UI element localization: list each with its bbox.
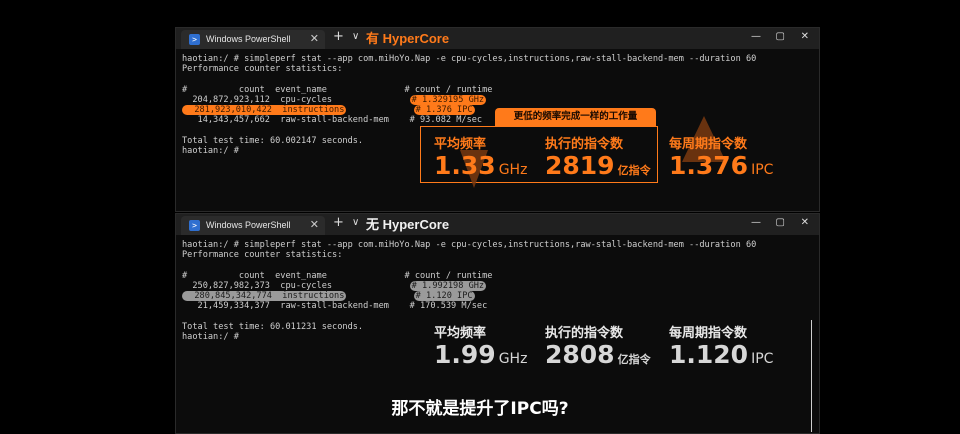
tab-windows-powershell[interactable]: > Windows PowerShell ✕ — [181, 30, 325, 49]
tab-windows-powershell[interactable]: > Windows PowerShell ✕ — [181, 216, 325, 235]
stat-unit: IPC — [751, 351, 774, 367]
window-close-icon[interactable]: ✕ — [801, 217, 809, 228]
chevron-down-icon[interactable]: ∨ — [352, 217, 359, 228]
close-icon[interactable]: ✕ — [310, 218, 319, 231]
stat-value: 1.33 — [434, 151, 496, 180]
terminal-text: haotian:/ # simpleperf stat --app com.mi… — [182, 54, 757, 64]
chevron-down-icon[interactable]: ∨ — [352, 31, 359, 42]
stat-avg-frequency: 平均频率 1.99 GHz — [434, 322, 527, 373]
highlighted-value: 281,923,010,422 instructions — [182, 104, 347, 115]
terminal-text: 250,827,982,373 cpu-cycles — [182, 280, 410, 291]
stat-value: 1.99 — [434, 340, 496, 369]
highlighted-value: # 1.120 IPC — [413, 290, 475, 301]
terminal-text: # count event_name # count / runtime — [182, 270, 493, 281]
terminal-text: haotian:/ # — [182, 331, 239, 342]
tab-title: Windows PowerShell — [206, 220, 291, 230]
terminal-line: # count event_name # count / runtime — [182, 271, 756, 281]
terminal-line: haotian:/ # simpleperf stat --app com.mi… — [182, 54, 756, 64]
terminal-text: Performance counter statistics: — [182, 250, 343, 261]
window-close-icon[interactable]: ✕ — [801, 31, 809, 42]
stat-value: 1.376 — [669, 151, 749, 180]
new-tab-plus-icon[interactable]: + — [333, 215, 344, 230]
terminal-line: 281,923,010,422 instructions # 1.376 IPC — [182, 104, 756, 115]
window-label: 无 HyperCore — [366, 217, 450, 232]
close-icon[interactable]: ✕ — [310, 32, 319, 45]
stat-value: 1.120 — [669, 340, 749, 369]
terminal-line: 204,872,923,112 cpu-cycles # 1.329195 GH… — [182, 94, 756, 105]
stat-label: 执行的指令数 — [545, 137, 624, 152]
stat-unit: IPC — [751, 162, 774, 178]
terminal-line: haotian:/ # simpleperf stat --app com.mi… — [182, 240, 756, 250]
terminal-line: Performance counter statistics: — [182, 64, 756, 74]
terminal-text: Total test time: 60.002147 seconds. — [182, 135, 364, 146]
minimize-icon[interactable]: — — [751, 31, 761, 42]
terminal-line: # count event_name # count / runtime — [182, 85, 756, 95]
terminal-line: 250,827,982,373 cpu-cycles # 1.992198 GH… — [182, 280, 756, 291]
highlighted-value: 280,845,342,774 instructions — [182, 290, 347, 301]
stat-unit: 亿指令 — [617, 353, 651, 366]
powershell-icon: > — [189, 34, 200, 45]
stat-unit: 亿指令 — [617, 164, 651, 177]
tab-title: Windows PowerShell — [206, 34, 291, 44]
terminal-text: 21,459,334,377 raw-stall-backend-mem # 1… — [182, 301, 488, 312]
highlighted-value: # 1.376 IPC — [413, 104, 475, 115]
video-subtitle: 那不就是提升了IPC吗? — [391, 399, 569, 419]
powershell-icon: > — [189, 220, 200, 231]
stat-label: 平均频率 — [434, 326, 487, 341]
terminal-line: Performance counter statistics: — [182, 250, 756, 260]
terminal-text: # count event_name # count / runtime — [182, 84, 493, 95]
terminal-text: haotian:/ # simpleperf stat --app com.mi… — [182, 240, 757, 250]
terminal-text: 14,343,457,662 raw-stall-backend-mem # 9… — [182, 115, 483, 126]
terminal-line: 280,845,342,774 instructions # 1.120 IPC — [182, 290, 756, 301]
stat-unit: GHz — [498, 351, 528, 367]
stat-value: 2808 — [545, 340, 615, 369]
stat-unit: GHz — [498, 162, 528, 178]
highlighted-value: # 1.329195 GHz — [409, 94, 487, 105]
stat-ipc: 每周期指令数 1.120 IPC — [669, 322, 773, 373]
tab-bar: > Windows PowerShell ✕ + ∨ 有 HyperCore —… — [176, 28, 819, 49]
maximize-icon[interactable]: ▢ — [776, 217, 785, 228]
window-label: 有 HyperCore — [366, 31, 450, 46]
terminal-line: 14,343,457,662 raw-stall-backend-mem # 9… — [182, 115, 756, 125]
stat-label: 每周期指令数 — [669, 137, 748, 152]
stat-label: 执行的指令数 — [545, 326, 624, 341]
stat-ipc: 每周期指令数 1.376 IPC — [669, 133, 773, 184]
terminal-line: 21,459,334,377 raw-stall-backend-mem # 1… — [182, 301, 756, 311]
new-tab-plus-icon[interactable]: + — [333, 29, 344, 44]
terminal-text: Performance counter statistics: — [182, 64, 343, 75]
stat-label: 每周期指令数 — [669, 326, 748, 341]
terminal-text: Total test time: 60.011231 seconds. — [182, 321, 364, 332]
stat-avg-frequency: 平均频率 1.33 GHz — [434, 133, 527, 184]
minimize-icon[interactable]: — — [751, 217, 761, 228]
highlighted-value: # 1.992198 GHz — [409, 280, 487, 291]
callout-tag: 更低的频率完成一样的工作量 — [495, 108, 656, 126]
terminal-text: haotian:/ # — [182, 145, 239, 156]
terminal-text: 204,872,923,112 cpu-cycles — [182, 94, 410, 105]
stat-value: 2819 — [545, 151, 615, 180]
stat-instructions: 执行的指令数 2819 亿指令 — [545, 133, 651, 184]
tab-bar: > Windows PowerShell ✕ + ∨ 无 HyperCore —… — [176, 214, 819, 235]
stat-instructions: 执行的指令数 2808 亿指令 — [545, 322, 651, 373]
stat-label: 平均频率 — [434, 137, 487, 152]
maximize-icon[interactable]: ▢ — [776, 31, 785, 42]
